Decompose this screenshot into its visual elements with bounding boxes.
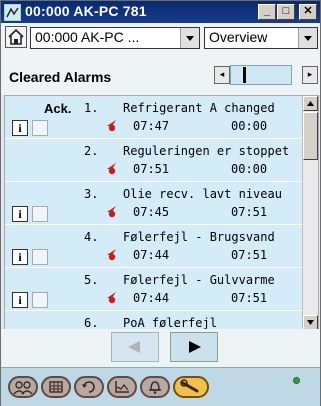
info-icon[interactable]: i: [12, 292, 28, 308]
view-select[interactable]: Overview: [204, 27, 318, 49]
vertical-scrollbar[interactable]: [302, 96, 318, 330]
ack-checkbox[interactable]: [32, 120, 48, 136]
left-arrow-icon: [128, 341, 140, 353]
alarm-end-time: 00:00: [231, 162, 268, 176]
tab-alarms[interactable]: [140, 376, 170, 398]
people-icon: [13, 381, 33, 395]
scroll-up-button[interactable]: [303, 96, 318, 111]
alarm-start-time: 07:44: [133, 248, 170, 262]
row-number: 2.: [84, 144, 99, 158]
alarm-text: PoA følerfejl: [123, 316, 217, 330]
chevron-down-icon: [180, 28, 199, 48]
alarm-bell-icon: [107, 163, 116, 175]
maximize-button[interactable]: □: [277, 4, 295, 20]
row-number: 5.: [84, 273, 99, 287]
prev-page-button[interactable]: [111, 332, 159, 362]
chevron-down-icon: [298, 28, 317, 48]
refresh-icon: [82, 381, 95, 393]
page-indicator: [230, 65, 292, 85]
status-led: [293, 377, 300, 384]
row-number: 6.: [84, 316, 99, 330]
list-item[interactable]: 3. Olie recv. lavt niveau 07:45 07:51 i: [5, 182, 302, 225]
window-title: 00:000 AK-PC 781: [25, 3, 147, 19]
alarm-text: Olie recv. lavt niveau: [123, 187, 282, 201]
info-icon[interactable]: i: [12, 120, 28, 136]
ack-checkbox[interactable]: [32, 249, 48, 265]
tab-table[interactable]: [41, 376, 71, 398]
page-next-button[interactable]: ▸: [302, 66, 318, 84]
alarm-bell-icon: [107, 120, 116, 132]
close-button[interactable]: ✕: [299, 4, 317, 20]
alarm-text: Refrigerant A changed: [123, 101, 275, 115]
tab-graph[interactable]: [107, 376, 137, 398]
app-icon: [4, 4, 21, 21]
toolbar: 00:000 AK-PC ... Overview: [1, 23, 320, 51]
list-item[interactable]: 5. Følerfejl - Gulvvarme 07:44 07:51 i: [5, 268, 302, 311]
alarm-start-time: 07:47: [133, 119, 170, 133]
scroll-thumb[interactable]: [303, 112, 318, 160]
info-icon[interactable]: i: [12, 249, 28, 265]
home-button[interactable]: [5, 26, 27, 48]
tab-people[interactable]: [8, 376, 38, 398]
right-arrow-icon: [189, 341, 201, 353]
home-icon: [8, 28, 24, 45]
tab-service[interactable]: [173, 376, 209, 398]
page-cursor: [243, 67, 246, 83]
section-title: Cleared Alarms: [9, 69, 112, 85]
device-select[interactable]: 00:000 AK-PC ...: [30, 27, 200, 49]
row-number: 1.: [84, 101, 99, 115]
alarm-start-time: 07:51: [133, 162, 170, 176]
alarm-start-time: 07:44: [133, 291, 170, 305]
scroll-down-button[interactable]: [303, 315, 318, 330]
tab-refresh[interactable]: [74, 376, 104, 398]
alarm-text: Følerfejl - Gulvvarme: [123, 273, 275, 287]
list-item[interactable]: 4. Følerfejl - Brugsvand 07:44 07:51 i: [5, 225, 302, 268]
alarm-end-time: 07:51: [231, 205, 268, 219]
row-number: 3.: [84, 187, 99, 201]
alarm-list[interactable]: Ack. 1. Refrigerant A changed 07:47 00:00…: [4, 95, 319, 331]
bell-icon: [149, 381, 161, 394]
alarm-start-time: 07:45: [133, 205, 170, 219]
table-icon: [49, 381, 63, 393]
alarm-end-time: 07:51: [231, 291, 268, 305]
alarm-bell-icon: [107, 292, 116, 304]
alarm-end-time: 00:00: [231, 119, 268, 133]
bottom-tab-bar: [1, 367, 320, 406]
ack-column-header: Ack.: [44, 101, 72, 116]
alarm-end-time: 07:51: [231, 248, 268, 262]
ack-checkbox[interactable]: [32, 292, 48, 308]
minimize-button[interactable]: _: [258, 4, 276, 20]
page-first-button[interactable]: ◂: [214, 66, 230, 84]
app-window: 00:000 AK-PC 781 _ □ ✕ 00:000 AK-PC ... …: [0, 0, 321, 406]
alarm-text: Følerfejl - Brugsvand: [123, 230, 275, 244]
list-item[interactable]: 6. PoA følerfejl: [5, 311, 302, 330]
list-item[interactable]: 2. Reguleringen er stoppet 07:51 00:00: [5, 139, 302, 182]
section-header: Cleared Alarms ◂ ▸: [1, 51, 320, 95]
row-number: 4.: [84, 230, 99, 244]
wrench-icon: [180, 379, 199, 393]
next-page-button[interactable]: [170, 332, 218, 362]
title-bar: 00:000 AK-PC 781 _ □ ✕: [1, 1, 320, 23]
info-icon[interactable]: i: [12, 206, 28, 222]
graph-icon: [115, 381, 129, 393]
alarm-text: Reguleringen er stoppet: [123, 144, 290, 158]
alarm-bell-icon: [107, 249, 116, 261]
navigation-bar: [1, 329, 320, 367]
ack-checkbox[interactable]: [32, 206, 48, 222]
alarm-bell-icon: [107, 206, 116, 218]
